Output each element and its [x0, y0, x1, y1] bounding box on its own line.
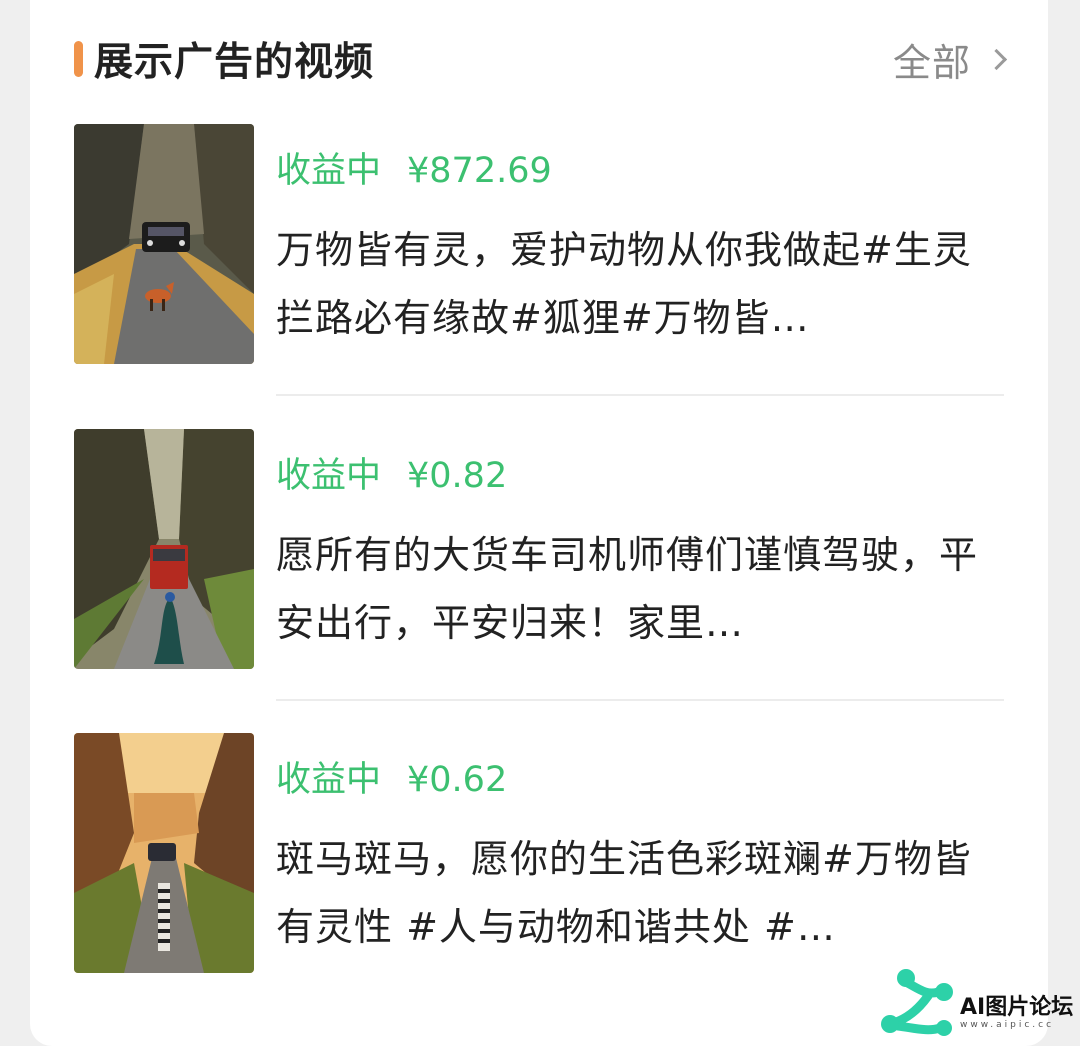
earning-status: 收益中 ¥0.62 — [276, 751, 507, 802]
video-item[interactable]: 收益中 ¥872.69 万物皆有灵，爱护动物从你我做起#生灵拦路必有缘故#狐狸#万… — [74, 124, 1004, 364]
earning-status: 收益中 ¥0.82 — [276, 447, 507, 498]
video-ads-card: 展示广告的视频 全部 收益中 ¥872.69 万物皆有灵，爱护动物从你我做起#生… — [30, 0, 1048, 1046]
watermark-url: www.aipic.cc — [960, 1020, 1055, 1030]
status-label: 收益中 — [276, 760, 382, 800]
status-label: 收益中 — [276, 456, 382, 496]
earning-amount: ¥0.82 — [407, 456, 508, 496]
earning-status: 收益中 ¥872.69 — [276, 142, 552, 193]
item-divider — [276, 699, 1004, 701]
video-description: 万物皆有灵，爱护动物从你我做起#生灵拦路必有缘故#狐狸#万物皆… — [276, 228, 972, 340]
video-thumbnail[interactable] — [74, 429, 254, 669]
video-item[interactable]: 收益中 ¥0.62 斑马斑马，愿你的生活色彩斑斓#万物皆有灵性 #人与动物和谐共处… — [74, 733, 1004, 973]
item-divider — [276, 394, 1004, 396]
video-thumbnail[interactable] — [74, 124, 254, 364]
status-label: 收益中 — [276, 151, 382, 191]
section-title: 展示广告的视频 — [94, 40, 375, 85]
video-item[interactable]: 收益中 ¥0.82 愿所有的大货车司机师傅们谨慎驾驶，平安出行，平安归来！家里… — [74, 429, 1004, 669]
video-description: 斑马斑马，愿你的生活色彩斑斓#万物皆有灵性 #人与动物和谐共处 #… — [276, 837, 972, 949]
watermark-text: AI图片论坛 — [960, 995, 1074, 1020]
view-all-label: 全部 — [892, 40, 971, 85]
chevron-right-icon — [985, 48, 1008, 70]
earning-amount: ¥0.62 — [407, 760, 508, 800]
site-watermark: AI图片论坛 www.aipic.cc — [878, 966, 1080, 1046]
view-all-link[interactable]: 全部 — [892, 33, 1008, 85]
video-thumbnail[interactable] — [74, 733, 254, 973]
network-logo-icon — [881, 969, 953, 1036]
section-accent-bar — [74, 41, 83, 77]
video-description: 愿所有的大货车司机师傅们谨慎驾驶，平安出行，平安归来！家里… — [276, 533, 979, 645]
section-header: 展示广告的视频 全部 — [74, 26, 1008, 96]
earning-amount: ¥872.69 — [407, 151, 552, 191]
